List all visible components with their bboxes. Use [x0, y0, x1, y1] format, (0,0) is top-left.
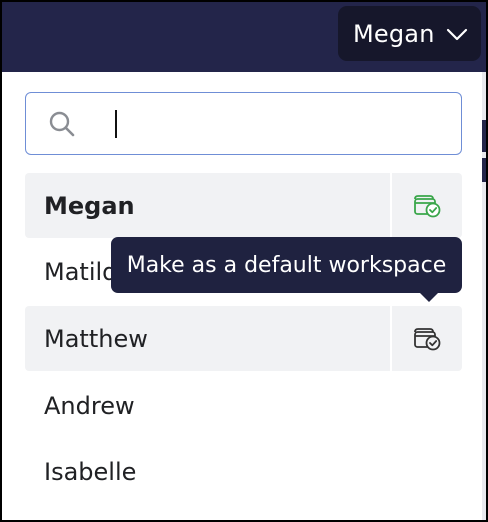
background-page-mark	[482, 158, 488, 182]
user-name: Megan	[353, 19, 435, 48]
search-box[interactable]	[25, 92, 462, 155]
background-page-edge	[0, 72, 8, 520]
default-workspace-icon	[414, 194, 441, 217]
workspace-item-andrew[interactable]: Andrew	[25, 373, 462, 438]
text-cursor	[115, 110, 117, 138]
tooltip-arrow	[419, 292, 439, 302]
search-input[interactable]	[96, 105, 446, 143]
make-default-workspace-icon	[414, 327, 441, 350]
tooltip-text: Make as a default workspace	[126, 252, 447, 278]
search-icon	[49, 111, 75, 137]
workspace-name: Andrew	[44, 391, 135, 420]
workspace-name: Megan	[44, 191, 135, 220]
workspace-name: Matthew	[44, 324, 148, 353]
default-workspace-tooltip: Make as a default workspace	[111, 237, 462, 302]
workspace-item-megan[interactable]: Megan	[25, 173, 462, 238]
workspace-item-isabelle[interactable]: Isabelle	[25, 439, 462, 504]
workspace-dropdown: Megan Matilda Matthew Andrew Isabelle	[8, 72, 482, 520]
default-workspace-button[interactable]	[390, 173, 462, 238]
background-page-mark	[482, 120, 488, 152]
user-menu-button[interactable]: Megan	[338, 6, 481, 61]
make-default-workspace-button[interactable]	[390, 306, 462, 371]
workspace-name: Isabelle	[44, 457, 137, 486]
workspace-item-matthew[interactable]: Matthew	[25, 306, 462, 371]
chevron-down-icon	[446, 28, 468, 41]
